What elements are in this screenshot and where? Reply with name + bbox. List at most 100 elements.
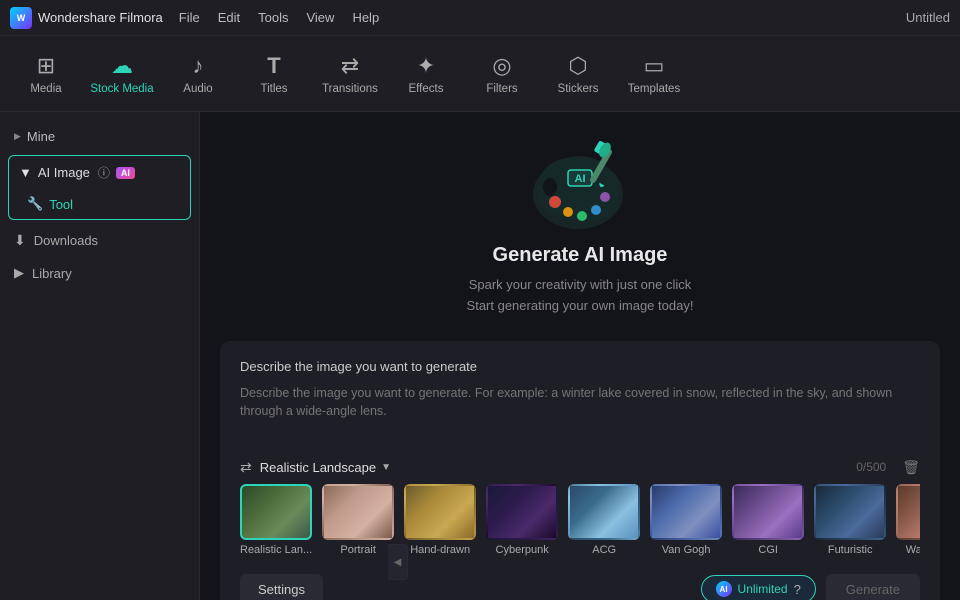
ai-image-label: AI Image (38, 165, 90, 180)
style-thumb-portrait[interactable]: Portrait (322, 484, 394, 556)
svg-text:AI: AI (574, 173, 585, 185)
app-logo: W Wondershare Filmora (10, 7, 163, 29)
style-thumb-futuristic[interactable]: Futuristic (814, 484, 886, 556)
chevron-down-icon: ▼ (381, 462, 391, 473)
sidebar: ▶ Mine ▼ AI Image ⓘ AI 🔧 Tool ⬇ Download… (0, 112, 200, 600)
style-thumb-cyberpunk[interactable]: Cyberpunk (486, 484, 558, 556)
cgi-label: CGI (758, 544, 778, 556)
toolbar-titles[interactable]: T Titles (238, 40, 310, 108)
hero-sub-line1: Spark your creativity with just one clic… (469, 277, 692, 292)
tool-label: Tool (49, 197, 73, 212)
filters-label: Filters (486, 83, 517, 95)
style-label: Realistic Landscape (260, 460, 376, 475)
hero-sub-line2: Start generating your own image today! (467, 298, 694, 313)
cyberpunk-label: Cyberpunk (496, 544, 549, 556)
style-row: ⇄ Realistic Landscape ▼ 0/500 🗑 (240, 459, 920, 476)
mine-arrow-icon: ▶ (14, 131, 21, 142)
trash-icon[interactable]: 🗑 (902, 459, 920, 476)
content-area: ◀ AI (200, 112, 960, 600)
sidebar-group-mine: ▶ Mine (0, 122, 199, 151)
generate-bottom-bar: Settings AI Unlimited ? Generate (240, 574, 920, 600)
titles-icon: T (267, 53, 280, 79)
menu-bar: W Wondershare Filmora File Edit Tools Vi… (0, 0, 960, 36)
menu-help[interactable]: Help (352, 10, 379, 25)
sidebar-item-library[interactable]: ▶ Library (0, 257, 199, 289)
app-name: Wondershare Filmora (38, 10, 163, 25)
media-label: Media (30, 83, 61, 95)
media-icon: ⊞ (37, 53, 55, 79)
toolbar: ⊞ Media ☁ Stock Media ♪ Audio T Titles ⇄… (0, 36, 960, 112)
mine-label: Mine (27, 129, 55, 144)
menu-edit[interactable]: Edit (218, 10, 240, 25)
audio-icon: ♪ (193, 53, 204, 79)
style-thumb-cgi[interactable]: CGI (732, 484, 804, 556)
generate-textarea[interactable] (240, 384, 920, 444)
portrait-label: Portrait (340, 544, 375, 556)
watercolor-label: Watercolor (906, 544, 920, 556)
transitions-label: Transitions (322, 83, 378, 95)
generate-section: Describe the image you want to generate … (220, 341, 940, 600)
toolbar-transitions[interactable]: ⇄ Transitions (314, 40, 386, 108)
style-thumb-handdrawn[interactable]: Hand-drawn (404, 484, 476, 556)
watercolor-thumbnail (896, 484, 920, 540)
acg-label: ACG (592, 544, 616, 556)
library-label: Library (32, 266, 72, 281)
portrait-thumbnail (322, 484, 394, 540)
unlimited-icon: AI (716, 581, 732, 597)
vangogh-label: Van Gogh (662, 544, 711, 556)
effects-label: Effects (409, 83, 444, 95)
generate-label: Describe the image you want to generate (240, 359, 920, 374)
library-arrow-icon: ▶ (14, 265, 24, 281)
toolbar-stickers[interactable]: ⬡ Stickers (542, 40, 614, 108)
logo-icon: W (10, 7, 32, 29)
hero-subtitle: Spark your creativity with just one clic… (467, 275, 694, 317)
futuristic-label: Futuristic (828, 544, 873, 556)
unlimited-button[interactable]: AI Unlimited ? (701, 575, 816, 600)
realistic-label: Realistic Lan... (240, 544, 312, 556)
hero-title: Generate AI Image (493, 244, 668, 267)
handdrawn-label: Hand-drawn (410, 544, 470, 556)
toolbar-effects[interactable]: ✦ Effects (390, 40, 462, 108)
menu-items: File Edit Tools View Help (179, 10, 906, 25)
toolbar-media[interactable]: ⊞ Media (10, 40, 82, 108)
style-dropdown[interactable]: Realistic Landscape ▼ (260, 460, 391, 475)
transitions-icon: ⇄ (341, 53, 359, 79)
sidebar-item-tool[interactable]: 🔧 Tool (9, 189, 190, 219)
ai-image-arrow-icon: ▼ (19, 165, 32, 180)
sidebar-item-downloads[interactable]: ⬇ Downloads (0, 224, 199, 257)
collapse-icon: ◀ (394, 557, 402, 568)
audio-label: Audio (183, 83, 212, 95)
generate-button[interactable]: Generate (826, 574, 920, 600)
templates-icon: ▭ (644, 53, 665, 79)
cyberpunk-thumbnail (486, 484, 558, 540)
filters-icon: ◎ (492, 53, 511, 79)
cgi-thumbnail (732, 484, 804, 540)
toolbar-stock-media[interactable]: ☁ Stock Media (86, 40, 158, 108)
question-icon[interactable]: ? (794, 582, 801, 597)
sidebar-item-mine[interactable]: ▶ Mine (0, 122, 199, 151)
toolbar-filters[interactable]: ◎ Filters (466, 40, 538, 108)
shuffle-icon[interactable]: ⇄ (240, 459, 252, 476)
sidebar-collapse-button[interactable]: ◀ (388, 544, 408, 580)
style-thumb-vangogh[interactable]: Van Gogh (650, 484, 722, 556)
downloads-label: Downloads (34, 233, 98, 248)
style-thumb-acg[interactable]: ACG (568, 484, 640, 556)
menu-tools[interactable]: Tools (258, 10, 288, 25)
settings-button[interactable]: Settings (240, 574, 323, 600)
menu-file[interactable]: File (179, 10, 200, 25)
tool-icon: 🔧 (27, 196, 43, 212)
main-area: ▶ Mine ▼ AI Image ⓘ AI 🔧 Tool ⬇ Download… (0, 112, 960, 600)
style-thumb-watercolor[interactable]: Watercolor (896, 484, 920, 556)
stickers-icon: ⬡ (568, 53, 587, 79)
ai-palette-icon: AI (520, 132, 640, 232)
templates-label: Templates (628, 83, 680, 95)
menu-view[interactable]: View (306, 10, 334, 25)
ai-badge: AI (116, 167, 135, 179)
realistic-thumbnail (240, 484, 312, 540)
acg-thumbnail (568, 484, 640, 540)
vangogh-thumbnail (650, 484, 722, 540)
sidebar-item-ai-image[interactable]: ▼ AI Image ⓘ AI (9, 156, 190, 189)
toolbar-templates[interactable]: ▭ Templates (618, 40, 690, 108)
toolbar-audio[interactable]: ♪ Audio (162, 40, 234, 108)
style-thumb-realistic[interactable]: Realistic Lan... (240, 484, 312, 556)
